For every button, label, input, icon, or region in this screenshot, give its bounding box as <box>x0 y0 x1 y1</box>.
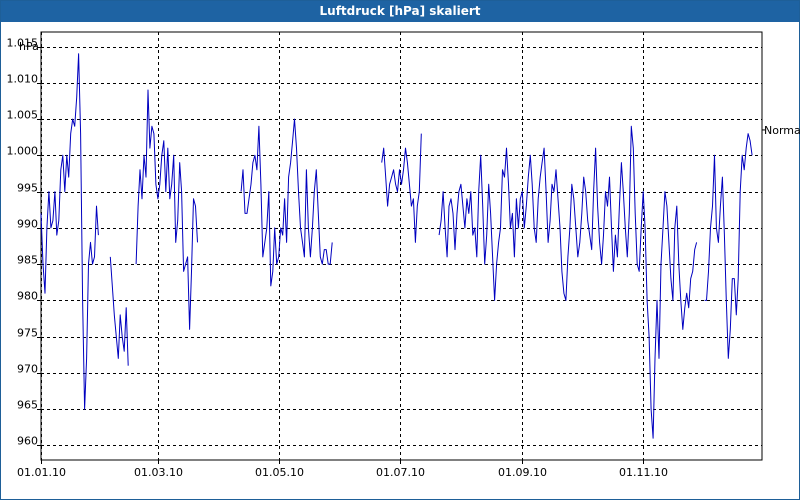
series-line-segment <box>704 133 753 359</box>
series-line-segment <box>240 118 333 287</box>
x-tick-label: 01.05.10 <box>255 466 304 479</box>
normal-reference-label: Normal <box>764 124 800 137</box>
y-tick-label: 975 <box>17 327 38 340</box>
series-line-segment <box>40 53 99 410</box>
pressure-series <box>40 53 753 439</box>
y-tick-label: 970 <box>17 363 38 376</box>
x-tick-label: 01.01.10 <box>17 466 66 479</box>
y-tick-label: 1.000 <box>7 145 39 158</box>
y-tick-label: 1.010 <box>7 73 39 86</box>
series-line-segment <box>135 89 198 330</box>
x-tick-label: 01.09.10 <box>498 466 547 479</box>
plot-frame <box>40 31 765 461</box>
y-tick-label: 980 <box>17 290 38 303</box>
series-line-segment <box>438 125 698 439</box>
y-tick-label: 990 <box>17 218 38 231</box>
y-tick-label: 985 <box>17 254 38 267</box>
y-tick-label: 995 <box>17 182 38 195</box>
x-tick-label: 01.07.10 <box>376 466 425 479</box>
y-tick-label: 965 <box>17 399 38 412</box>
y-axis-ticks: 9609659709759809859909951.0001.0051.0101… <box>7 37 41 448</box>
series-line-segment <box>109 256 129 366</box>
y-axis-unit-label: hPa <box>19 40 39 53</box>
y-tick-label: 960 <box>17 435 38 448</box>
x-tick-label: 01.03.10 <box>134 466 183 479</box>
series-line-segment <box>381 133 422 243</box>
pressure-line-chart: 9609659709759809859909951.0001.0051.0101… <box>7 31 800 479</box>
y-tick-label: 1.005 <box>7 109 39 122</box>
x-tick-label: 01.11.10 <box>619 466 668 479</box>
x-axis-ticks: 01.01.10 01.03.10 01.05.10 01.07.10 01.09.10… <box>17 460 668 479</box>
